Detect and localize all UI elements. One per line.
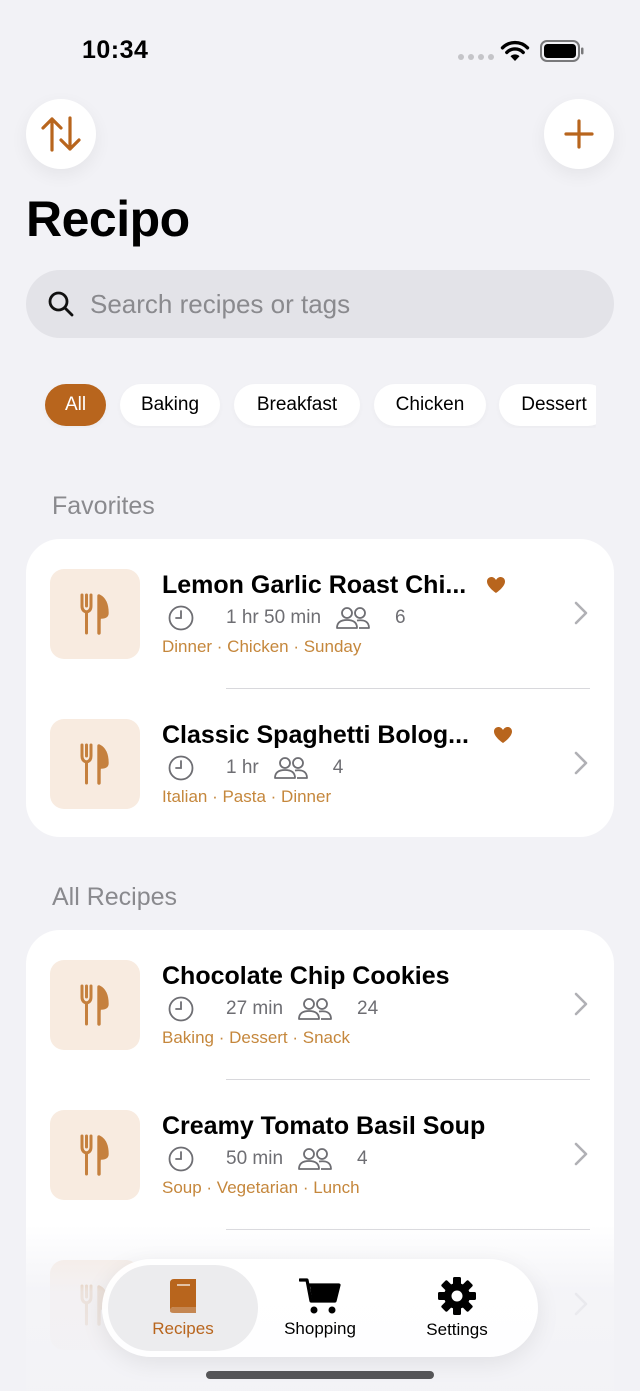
recipe-servings: 4 (332, 757, 344, 778)
recipe-title: Lemon Garlic Roast Chi... (162, 571, 467, 599)
tab-shopping-label: Shopping (284, 1319, 356, 1338)
favorites-list: Lemon Garlic Roast Chi... 1 hr 50 min 6 … (26, 539, 614, 837)
chevron-right-icon (574, 601, 588, 625)
recipe-title: Chocolate Chip Cookies (162, 962, 450, 990)
tab-shopping[interactable]: Shopping (260, 1259, 380, 1357)
fork-knife-icon (80, 984, 109, 1026)
search-icon (46, 289, 76, 319)
recipe-servings: 24 (357, 998, 379, 1019)
tab-recipes-label: Recipes (152, 1319, 214, 1338)
filter-chip-breakfast[interactable]: Breakfast (234, 384, 360, 426)
status-bar: 10:34 (0, 0, 640, 100)
page-title: Recipo (26, 191, 190, 247)
list-item[interactable]: Lemon Garlic Roast Chi... 1 hr 50 min 6 … (26, 539, 614, 689)
fork-knife-icon (80, 1134, 109, 1176)
home-indicator (206, 1371, 434, 1379)
chevron-right-icon (574, 1142, 588, 1166)
recipe-thumbnail (50, 960, 140, 1050)
recipe-meta: 1 hr 50 min 6 (168, 605, 406, 631)
recipe-title: Creamy Tomato Basil Soup (162, 1112, 486, 1140)
fork-knife-icon (80, 743, 109, 785)
people-icon (273, 757, 308, 779)
heart-icon (487, 577, 505, 593)
wifi-icon (500, 40, 530, 61)
search-bar[interactable] (26, 270, 614, 338)
cart-icon (299, 1278, 341, 1314)
clock-icon (168, 996, 194, 1022)
recipe-servings: 6 (395, 607, 406, 628)
recipe-title: Classic Spaghetti Bolog... (162, 721, 469, 749)
recipe-time: 27 min (226, 998, 284, 1019)
recipe-meta: 50 min 4 (168, 1146, 368, 1172)
recipe-time: 1 hr 50 min (226, 607, 322, 628)
people-icon (298, 1148, 332, 1170)
recipe-time: 1 hr (226, 757, 259, 778)
tab-bar: Recipes Shopping Settings (102, 1259, 538, 1357)
plus-icon (564, 119, 594, 149)
tab-settings-label: Settings (426, 1320, 488, 1339)
recipe-meta: 1 hr 4 (168, 755, 343, 781)
filter-chip-dessert[interactable]: Dessert (499, 384, 596, 426)
recipe-thumbnail (50, 719, 140, 809)
tab-recipes[interactable]: Recipes (108, 1259, 258, 1357)
clock-icon (168, 755, 194, 781)
people-icon (298, 998, 332, 1020)
list-item[interactable]: Chocolate Chip Cookies 27 min 24 Baking … (26, 930, 614, 1080)
people-icon (336, 607, 370, 629)
recipe-meta: 27 min 24 (168, 996, 378, 1022)
clock-icon (168, 605, 194, 631)
list-item[interactable]: Creamy Tomato Basil Soup 50 min 4 Soup ·… (26, 1080, 614, 1230)
book-icon (170, 1279, 196, 1313)
filter-chip-chicken[interactable]: Chicken (374, 384, 486, 426)
arrow-up-down-icon (41, 116, 81, 152)
recipe-time: 50 min (226, 1148, 284, 1169)
gear-icon (438, 1277, 476, 1315)
recipe-tags: Dinner · Chicken · Sunday (162, 637, 362, 656)
section-header-favorites: Favorites (52, 492, 155, 520)
heart-icon (494, 727, 512, 743)
tab-settings[interactable]: Settings (392, 1259, 522, 1357)
status-time: 10:34 (82, 36, 149, 64)
recipe-thumbnail (50, 569, 140, 659)
fork-knife-icon (80, 593, 109, 635)
list-item[interactable]: Classic Spaghetti Bolog... 1 hr 4 Italia… (26, 689, 614, 837)
recipe-thumbnail (50, 1110, 140, 1200)
add-recipe-button[interactable] (544, 99, 614, 169)
chevron-right-icon (574, 992, 588, 1016)
recipe-tags: Baking · Dessert · Snack (162, 1028, 351, 1047)
recipe-tags: Soup · Vegetarian · Lunch (162, 1178, 360, 1197)
filter-chip-baking[interactable]: Baking (120, 384, 220, 426)
chevron-right-icon (574, 751, 588, 775)
battery-icon (540, 40, 584, 62)
cellular-icon (458, 54, 494, 60)
tag-filter-row: All Baking Breakfast Chicken Dessert (0, 382, 596, 428)
clock-icon (168, 1146, 194, 1172)
recipe-tags: Italian · Pasta · Dinner (162, 787, 332, 806)
sort-button[interactable] (26, 99, 96, 169)
section-header-all-recipes: All Recipes (52, 883, 178, 911)
filter-chip-all[interactable]: All (45, 384, 106, 426)
search-input[interactable] (90, 288, 570, 320)
recipe-servings: 4 (357, 1148, 368, 1169)
